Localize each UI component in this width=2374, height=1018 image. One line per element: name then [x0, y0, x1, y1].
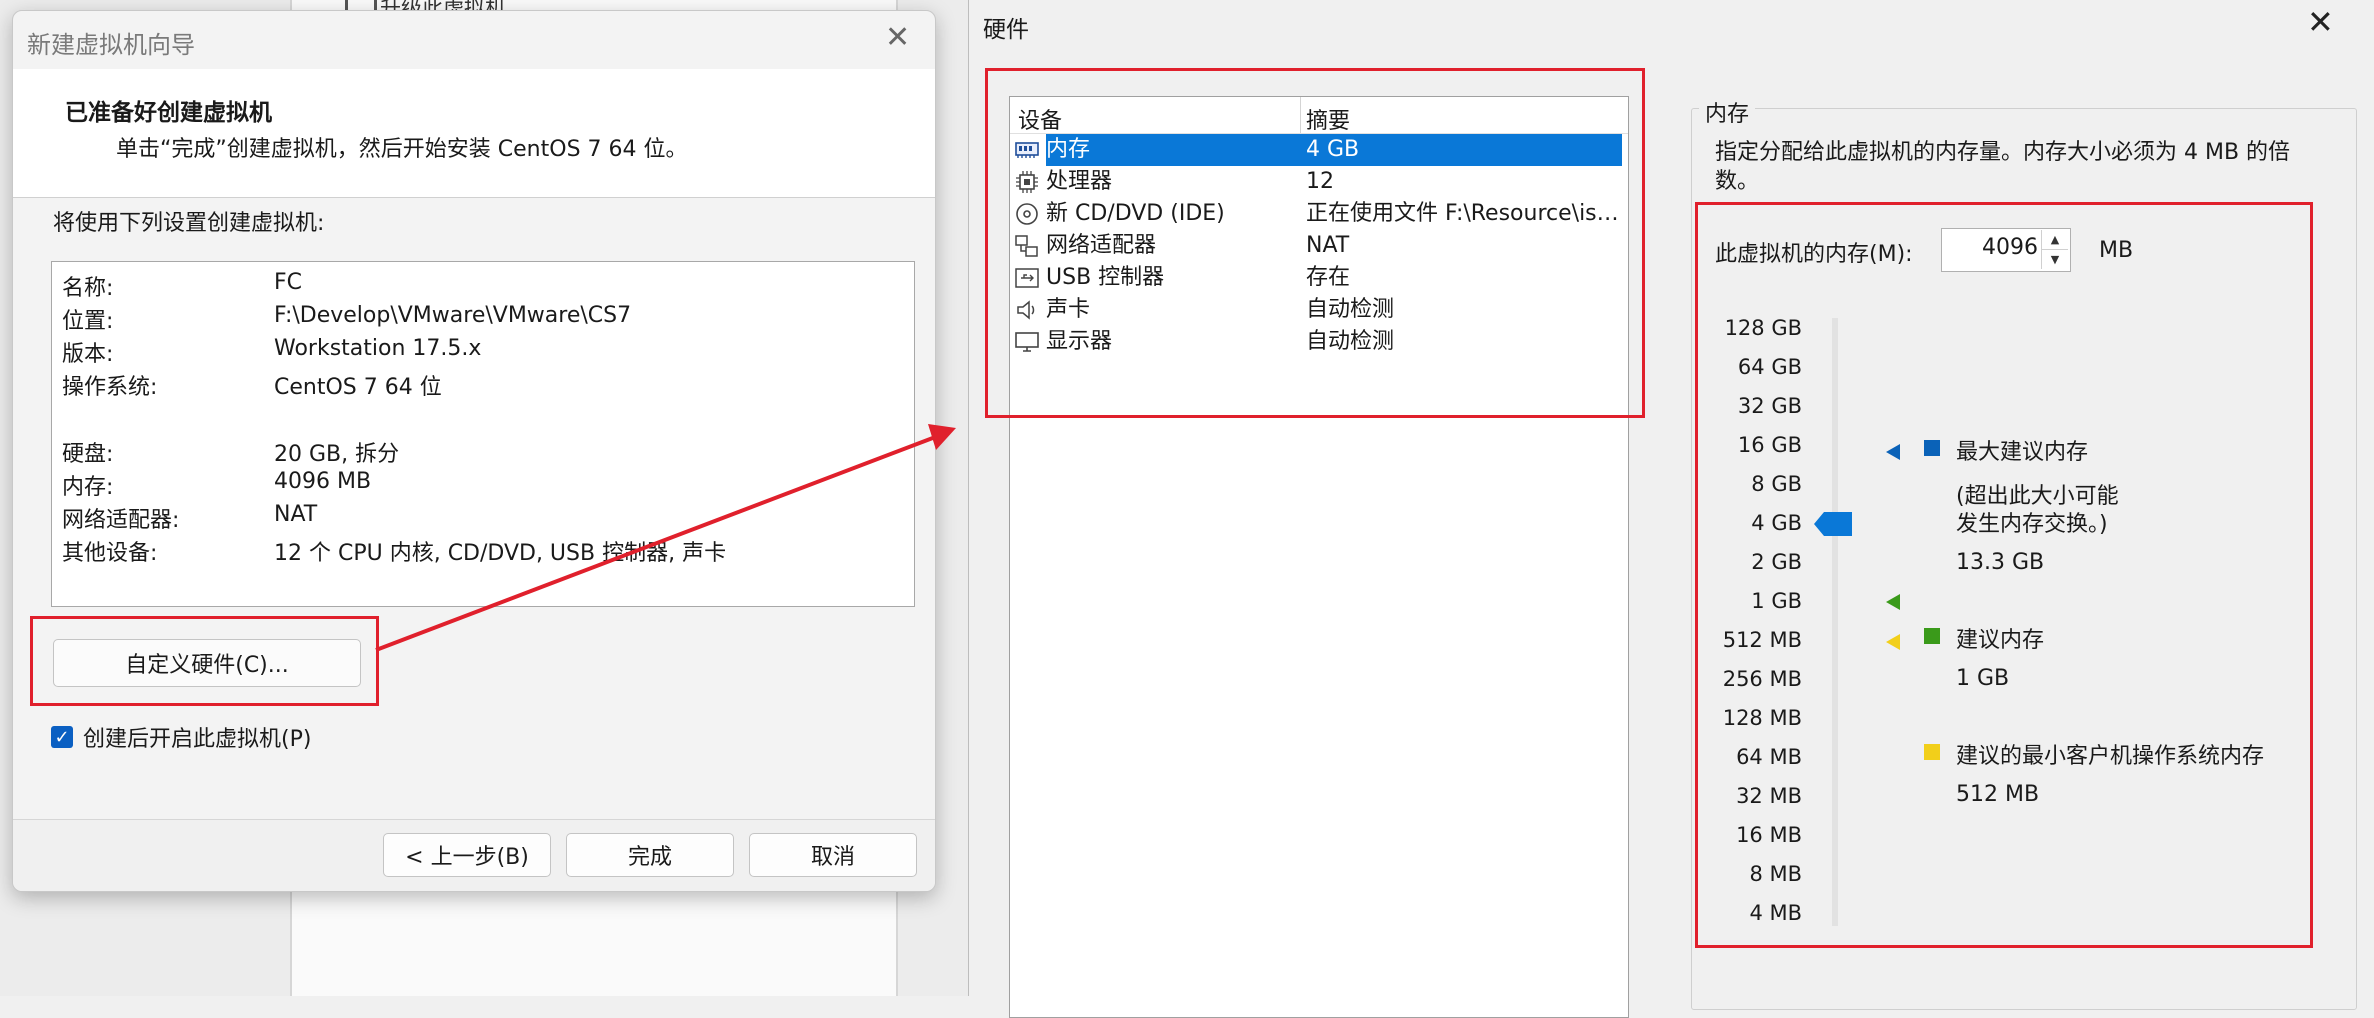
summary-key: 其他设备: — [62, 541, 158, 566]
summary-key: 操作系统: — [62, 375, 158, 400]
wizard-header: 已准备好创建虚拟机 单击“完成”创建虚拟机，然后开始安装 CentOS 7 64… — [13, 69, 935, 198]
memory-spinbox[interactable]: 4096 ▲ ▼ — [1941, 228, 2071, 272]
recommended-value: 1 GB — [1956, 666, 2010, 691]
summary-value: FC — [274, 270, 303, 295]
scale-tick-label: 32 MB — [1736, 784, 1802, 808]
summary-value: 20 GB, 拆分 — [274, 442, 400, 467]
scale-tick-label: 8 GB — [1751, 472, 1802, 496]
cancel-button[interactable]: 取消 — [749, 833, 917, 877]
scale-tick-label: 4 GB — [1751, 511, 1802, 535]
max-recommended-marker — [1886, 444, 1900, 460]
recommended-marker — [1886, 594, 1900, 610]
scale-tick-label: 2 GB — [1751, 550, 1802, 574]
wizard-title: 新建虚拟机向导 — [27, 31, 195, 59]
memory-slider-track[interactable] — [1832, 318, 1838, 926]
summary-key: 版本: — [62, 342, 114, 367]
annotation-highlight-box — [30, 616, 379, 706]
scale-tick-label: 64 GB — [1737, 355, 1802, 379]
summary-value: 4096 MB — [274, 469, 372, 494]
min-guest-legend-square — [1924, 744, 1940, 760]
close-icon[interactable]: ✕ — [885, 23, 910, 53]
scale-tick-label: 128 MB — [1722, 706, 1802, 730]
min-guest-marker — [1886, 634, 1900, 650]
summary-value: Workstation 17.5.x — [274, 336, 482, 361]
memory-input-label: 此虚拟机的内存(M): — [1715, 242, 1913, 267]
back-button[interactable]: < 上一步(B) — [383, 833, 551, 877]
scale-tick-label: 1 GB — [1751, 589, 1802, 613]
autostart-checkbox[interactable]: ✓ — [51, 726, 73, 748]
max-recommended-title: 最大建议内存 — [1956, 440, 2089, 465]
scale-tick-label: 512 MB — [1722, 628, 1802, 652]
memory-unit: MB — [2099, 238, 2134, 263]
scale-tick-label: 8 MB — [1749, 862, 1802, 886]
max-recommended-value: 13.3 GB — [1956, 550, 2045, 575]
scale-tick-label: 16 GB — [1737, 433, 1802, 457]
summary-value: F:\Develop\VMware\VMware\CS7 — [274, 303, 632, 328]
recommended-legend-square — [1924, 628, 1940, 644]
min-guest-value: 512 MB — [1956, 782, 2040, 807]
wizard-subheading: 单击“完成”创建虚拟机，然后开始安装 CentOS 7 64 位。 — [116, 137, 688, 162]
memory-description: 指定分配给此虚拟机的内存量。内存大小必须为 4 MB 的倍数。 — [1715, 140, 2291, 194]
memory-slider-thumb[interactable] — [1814, 512, 1852, 536]
summary-value: 12 个 CPU 内核, CD/DVD, USB 控制器, 声卡 — [274, 541, 727, 566]
wizard-heading: 已准备好创建虚拟机 — [65, 100, 272, 126]
min-guest-title: 建议的最小客户机操作系统内存 — [1956, 744, 2265, 769]
new-vm-wizard-dialog: 新建虚拟机向导 ✕ 已准备好创建虚拟机 单击“完成”创建虚拟机，然后开始安装 C… — [12, 10, 936, 892]
summary-value: NAT — [274, 502, 318, 527]
summary-key: 位置: — [62, 309, 114, 334]
scale-tick-label: 256 MB — [1722, 667, 1802, 691]
max-recommended-note: 发生内存交换。) — [1956, 512, 2108, 537]
scale-tick-label: 32 GB — [1737, 394, 1802, 418]
summary-value: CentOS 7 64 位 — [274, 375, 442, 400]
settings-intro: 将使用下列设置创建虚拟机: — [53, 211, 325, 236]
spin-down-icon[interactable]: ▼ — [2041, 250, 2068, 269]
close-icon[interactable]: ✕ — [2307, 6, 2334, 38]
summary-key: 内存: — [62, 475, 114, 500]
finish-button[interactable]: 完成 — [566, 833, 734, 877]
hardware-title: 硬件 — [983, 17, 1029, 43]
autostart-label: 创建后开启此虚拟机(P) — [83, 727, 312, 752]
memory-group-title: 内存 — [1699, 96, 1756, 128]
summary-key: 名称: — [62, 276, 114, 301]
memory-input[interactable]: 4096 — [1982, 235, 2038, 260]
summary-key: 网络适配器: — [62, 508, 180, 533]
summary-key: 硬盘: — [62, 442, 114, 467]
scale-tick-label: 4 MB — [1749, 901, 1802, 925]
scale-tick-label: 128 GB — [1724, 316, 1802, 340]
scale-tick-label: 16 MB — [1736, 823, 1802, 847]
max-recommended-legend-square — [1924, 440, 1940, 456]
recommended-title: 建议内存 — [1956, 628, 2045, 653]
settings-summary-box: 名称: FC 位置: F:\Develop\VMware\VMware\CS7 版本… — [51, 261, 915, 607]
autostart-checkbox-row[interactable]: ✓ 创建后开启此虚拟机(P) — [51, 721, 311, 753]
spin-up-icon[interactable]: ▲ — [2041, 230, 2068, 250]
annotation-highlight-box — [985, 68, 1645, 418]
scale-tick-label: 64 MB — [1736, 745, 1802, 769]
